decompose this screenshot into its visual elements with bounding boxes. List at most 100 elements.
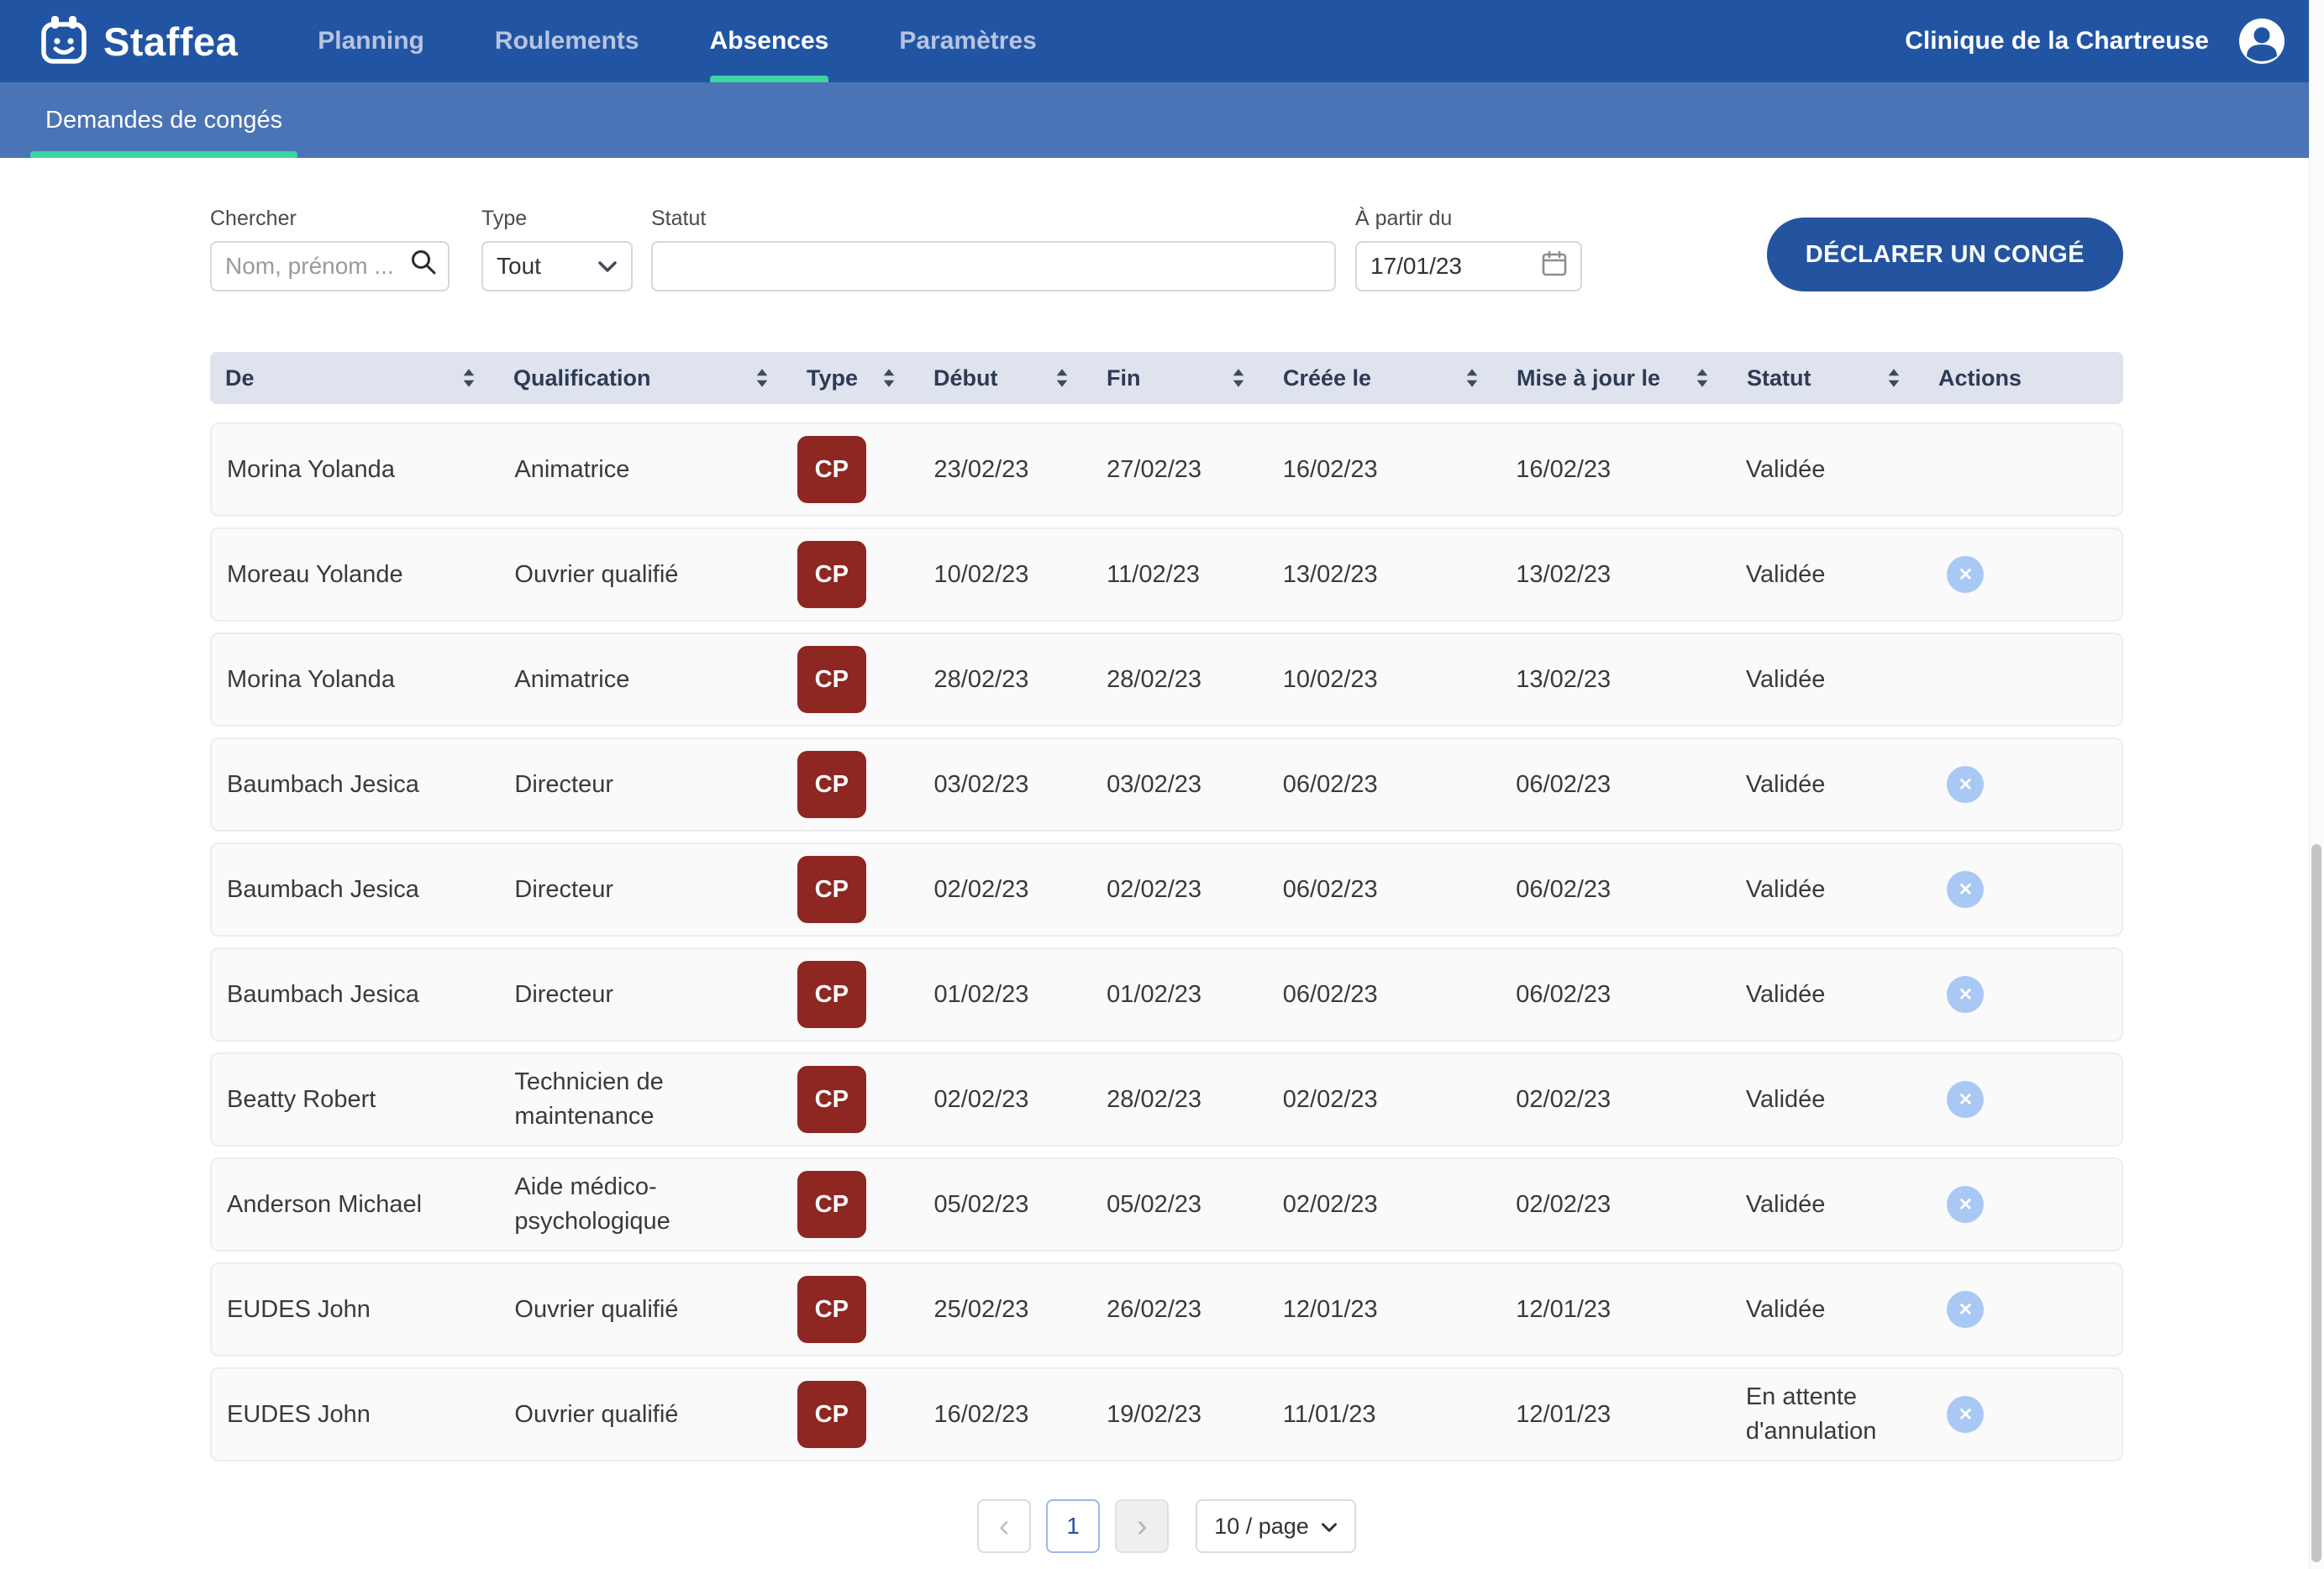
cell-statut: Validée [1731, 1293, 1922, 1327]
cell-debut: 01/02/23 [919, 978, 1092, 1012]
column-header-de[interactable]: De [210, 365, 498, 391]
column-header-qualification[interactable]: Qualification [498, 365, 791, 391]
date-input[interactable] [1370, 253, 1505, 280]
prev-page-button[interactable]: ‹ [977, 1499, 1031, 1553]
cell-creee-le: 10/02/23 [1268, 663, 1501, 697]
cancel-request-button[interactable]: ✕ [1947, 1291, 1984, 1328]
column-header-type[interactable]: Type [791, 365, 918, 391]
cell-creee-le: 06/02/23 [1268, 768, 1501, 802]
nav-item-parametres[interactable]: Paramètres [899, 0, 1036, 82]
clinic-name: Clinique de la Chartreuse [1905, 27, 2209, 55]
cell-debut: 05/02/23 [919, 1188, 1092, 1222]
cell-mise-a-jour-le: 06/02/23 [1501, 978, 1731, 1012]
user-avatar[interactable] [2237, 17, 2286, 66]
sort-icon [1231, 367, 1246, 389]
cell-mise-a-jour-le: 02/02/23 [1501, 1083, 1731, 1117]
nav-item-roulements[interactable]: Roulements [495, 0, 639, 82]
cell-debut: 02/02/23 [919, 1083, 1092, 1117]
sort-icon [1886, 367, 1901, 389]
page-1-button[interactable]: 1 [1046, 1499, 1100, 1553]
column-header-fin[interactable]: Fin [1091, 365, 1268, 391]
declare-leave-button[interactable]: DÉCLARER UN CONGÉ [1767, 218, 2123, 291]
leave-type-badge: CP [797, 856, 866, 923]
leave-type-badge: CP [797, 1381, 866, 1448]
sort-icon [1464, 367, 1480, 389]
cell-mise-a-jour-le: 12/01/23 [1501, 1293, 1731, 1327]
cell-type: CP [792, 1276, 919, 1343]
table-row: Baumbach Jesica Directeur CP 01/02/23 01… [210, 947, 2123, 1042]
nav-item-planning[interactable]: Planning [318, 0, 424, 82]
cell-debut: 03/02/23 [919, 768, 1092, 802]
table-row: Beatty Robert Technicien de maintenance … [210, 1052, 2123, 1147]
cancel-request-button[interactable]: ✕ [1947, 1081, 1984, 1118]
table-row: Baumbach Jesica Directeur CP 02/02/23 02… [210, 842, 2123, 937]
table-row: Moreau Yolande Ouvrier qualifié CP 10/02… [210, 527, 2123, 622]
cell-statut: En attente d'annulation [1731, 1380, 1922, 1448]
type-label: Type [481, 207, 633, 231]
cancel-request-button[interactable]: ✕ [1947, 766, 1984, 803]
sort-icon [1695, 367, 1710, 389]
column-header-creee-le[interactable]: Créée le [1268, 365, 1501, 391]
cancel-request-button[interactable]: ✕ [1947, 976, 1984, 1013]
cell-qualification: Directeur [499, 873, 791, 907]
cell-qualification: Ouvrier qualifié [499, 1398, 791, 1432]
search-input[interactable] [210, 241, 450, 291]
cell-actions: ✕ [1922, 976, 2122, 1014]
cell-statut: Validée [1731, 453, 1922, 487]
cell-type: CP [792, 1066, 919, 1133]
sort-icon [461, 367, 476, 389]
table-row: Anderson Michael Aide médico-psychologiq… [210, 1157, 2123, 1252]
cell-debut: 23/02/23 [919, 453, 1092, 487]
sort-icon [1054, 367, 1070, 389]
cell-mise-a-jour-le: 06/02/23 [1501, 768, 1731, 802]
date-picker[interactable] [1355, 241, 1582, 291]
cell-statut: Validée [1731, 663, 1922, 697]
column-header-debut[interactable]: Début [918, 365, 1091, 391]
cell-qualification: Directeur [499, 978, 791, 1012]
cell-type: CP [792, 541, 919, 608]
cancel-request-button[interactable]: ✕ [1947, 871, 1984, 908]
table-row: Baumbach Jesica Directeur CP 03/02/23 03… [210, 737, 2123, 832]
leave-type-badge: CP [797, 1276, 866, 1343]
cancel-request-button[interactable]: ✕ [1947, 1396, 1984, 1433]
cell-fin: 02/02/23 [1091, 873, 1268, 907]
cell-qualification: Ouvrier qualifié [499, 1293, 791, 1327]
cell-statut: Validée [1731, 1188, 1922, 1222]
brand-name: Staffea [103, 18, 238, 65]
leave-type-badge: CP [797, 1171, 866, 1238]
sub-navbar: Demandes de congés [0, 82, 2324, 158]
cell-creee-le: 13/02/23 [1268, 558, 1501, 592]
cancel-request-button[interactable]: ✕ [1947, 1186, 1984, 1223]
close-icon: ✕ [1959, 1194, 1974, 1215]
column-header-statut[interactable]: Statut [1732, 365, 1923, 391]
close-icon: ✕ [1959, 774, 1974, 795]
scrollbar-thumb[interactable] [2311, 844, 2321, 1562]
cell-statut: Validée [1731, 873, 1922, 907]
close-icon: ✕ [1959, 564, 1974, 585]
next-page-button[interactable]: › [1115, 1499, 1169, 1553]
cell-de: Anderson Michael [212, 1188, 499, 1222]
cell-type: CP [792, 436, 919, 503]
cell-actions: ✕ [1922, 1186, 2122, 1224]
nav-item-absences[interactable]: Absences [710, 0, 829, 82]
table-row: Morina Yolanda Animatrice CP 28/02/23 28… [210, 632, 2123, 727]
column-header-mise-a-jour-le[interactable]: Mise à jour le [1501, 365, 1732, 391]
main-nav: Planning Roulements Absences Paramètres [318, 0, 1037, 82]
cell-fin: 03/02/23 [1091, 768, 1268, 802]
cell-statut: Validée [1731, 1083, 1922, 1117]
leave-type-badge: CP [797, 1066, 866, 1133]
type-select[interactable]: Tout [481, 241, 633, 291]
cancel-request-button[interactable]: ✕ [1947, 556, 1984, 593]
cell-actions: ✕ [1922, 1396, 2122, 1434]
cell-actions: ✕ [1922, 556, 2122, 594]
tab-demandes-de-conges[interactable]: Demandes de congés [30, 82, 297, 158]
statut-filter-input[interactable] [651, 241, 1336, 291]
search-label: Chercher [210, 207, 450, 231]
per-page-select[interactable]: 10 / page [1196, 1499, 1356, 1553]
brand-logo[interactable]: Staffea [38, 13, 238, 70]
scrollbar-track[interactable] [2309, 0, 2324, 1569]
cell-fin: 19/02/23 [1091, 1398, 1268, 1432]
cell-actions: ✕ [1922, 1291, 2122, 1329]
cell-type: CP [792, 856, 919, 923]
close-icon: ✕ [1959, 1404, 1974, 1425]
